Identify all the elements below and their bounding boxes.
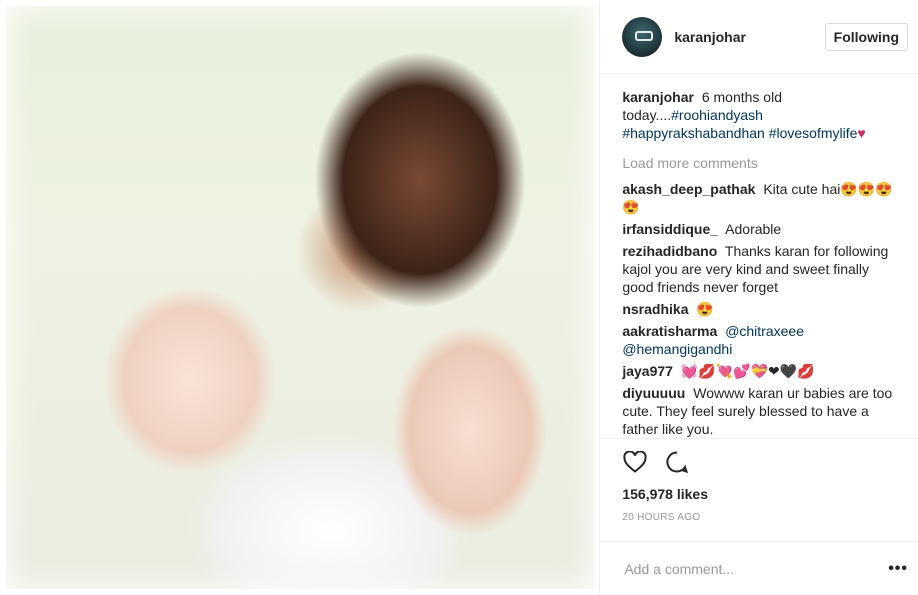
- comment-text: Kita cute hai: [763, 181, 841, 197]
- caption: karanjohar 6 months old today....#roohia…: [622, 88, 900, 142]
- comment-username[interactable]: irfansiddique_: [622, 221, 718, 237]
- comment-text: Adorable: [725, 221, 782, 237]
- comment-item: jaya977 💓💋💘💕💝❤🖤💋: [622, 362, 900, 380]
- avatar[interactable]: [622, 16, 663, 57]
- comment-input[interactable]: [622, 559, 889, 578]
- comments-list: karanjohar 6 months old today....#roohia…: [600, 74, 918, 438]
- comment-username[interactable]: akash_deep_pathak: [622, 181, 755, 197]
- comment-emoji: 😍: [696, 301, 714, 317]
- following-button[interactable]: Following: [824, 22, 908, 51]
- post-header: karanjohar Following: [600, 0, 918, 74]
- comment-item: akash_deep_pathak Kita cute hai😍😍😍😍: [622, 180, 900, 216]
- comment-item: rezihadidbano Thanks karan for following…: [622, 242, 900, 296]
- post-photo[interactable]: [0, 0, 600, 595]
- comment-item: aakratisharma @chitraxeee @hemangigandhi: [622, 322, 900, 358]
- hashtag-link[interactable]: #happyrakshabandhan: [622, 125, 764, 141]
- comment-item: nsradhika 😍: [622, 300, 900, 318]
- instagram-post: karanjohar Following karanjohar 6 months…: [0, 0, 918, 595]
- action-bar: [600, 438, 918, 484]
- comment-item: diyuuuuu Wowww karan ur babies are too c…: [622, 384, 900, 438]
- comment-username[interactable]: rezihadidbano: [622, 243, 717, 259]
- photo-image: [0, 0, 600, 595]
- post-sidebar: karanjohar Following karanjohar 6 months…: [599, 0, 918, 595]
- header-username[interactable]: karanjohar: [674, 29, 746, 45]
- comment-username[interactable]: nsradhika: [622, 301, 688, 317]
- comment-username[interactable]: aakratisharma: [622, 323, 717, 339]
- load-more-comments[interactable]: Load more comments: [622, 154, 900, 172]
- add-comment-bar: •••: [600, 541, 918, 595]
- timestamp[interactable]: 20 HOURS AGO: [600, 512, 918, 523]
- comment-icon[interactable]: [664, 449, 690, 475]
- comment-item: irfansiddique_ Adorable: [622, 220, 900, 238]
- more-options-icon[interactable]: •••: [888, 560, 908, 578]
- comment-username[interactable]: jaya977: [622, 363, 673, 379]
- hashtag-link[interactable]: #lovesofmylife: [769, 125, 858, 141]
- caption-username[interactable]: karanjohar: [622, 89, 694, 105]
- hashtag-link[interactable]: #roohiandyash: [671, 107, 763, 123]
- like-count[interactable]: 156,978 likes: [600, 486, 918, 502]
- comment-emoji: 💓💋💘💕💝❤🖤💋: [680, 363, 815, 379]
- caption-emoji: ♥: [857, 125, 866, 141]
- comment-username[interactable]: diyuuuuu: [622, 385, 685, 401]
- heart-icon[interactable]: [622, 449, 648, 475]
